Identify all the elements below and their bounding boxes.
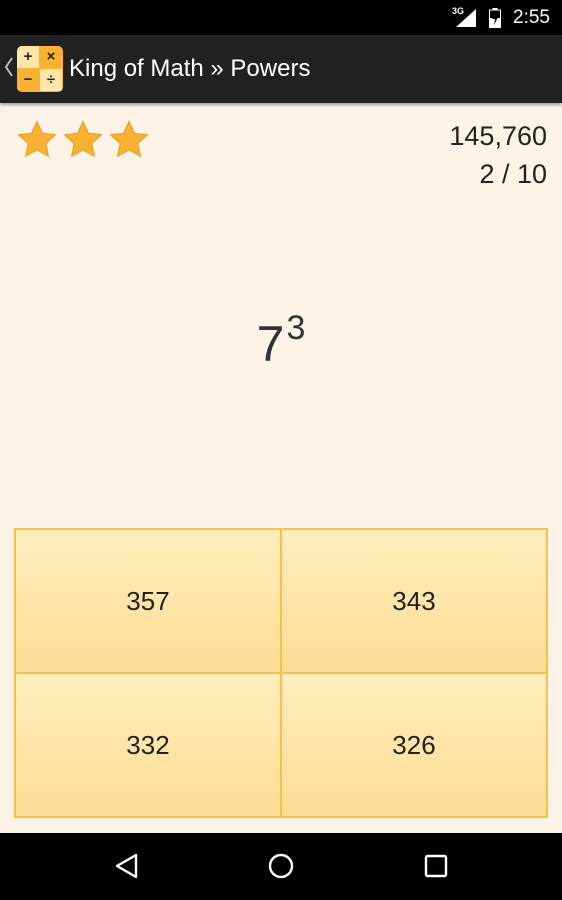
status-bar: 3G 2:55 [0,0,562,35]
back-icon[interactable] [112,851,142,881]
page-title: King of Math » Powers [69,55,311,82]
score-value: 145,760 [449,121,547,151]
question-base: 7 [256,316,285,372]
power-question: 73 [0,309,562,373]
answer-button-4[interactable]: 326 [282,674,546,816]
star-icon [109,120,149,158]
app-logo-icon[interactable]: + × − ÷ [17,46,63,92]
signal-icon [456,9,476,27]
question-progress: 2 / 10 [479,159,547,189]
star-icon [63,120,103,158]
times-symbol: × [40,46,62,68]
question-exponent: 3 [286,309,306,347]
recents-icon[interactable] [421,851,451,881]
plus-symbol: + [17,46,39,68]
answer-button-1[interactable]: 357 [16,530,280,672]
answer-grid: 357 343 332 326 [14,528,548,818]
answer-button-2[interactable]: 343 [282,530,546,672]
minus-symbol: − [17,69,39,91]
divide-symbol: ÷ [40,69,62,91]
clock: 2:55 [513,7,550,28]
answer-button-3[interactable]: 332 [16,674,280,816]
star-rating [16,119,154,161]
navigation-bar [0,833,562,900]
star-icon [17,120,57,158]
home-icon[interactable] [266,851,296,881]
battery-icon [489,8,501,28]
up-caret-icon[interactable] [4,57,14,77]
action-bar: + × − ÷ King of Math » Powers [0,35,562,103]
